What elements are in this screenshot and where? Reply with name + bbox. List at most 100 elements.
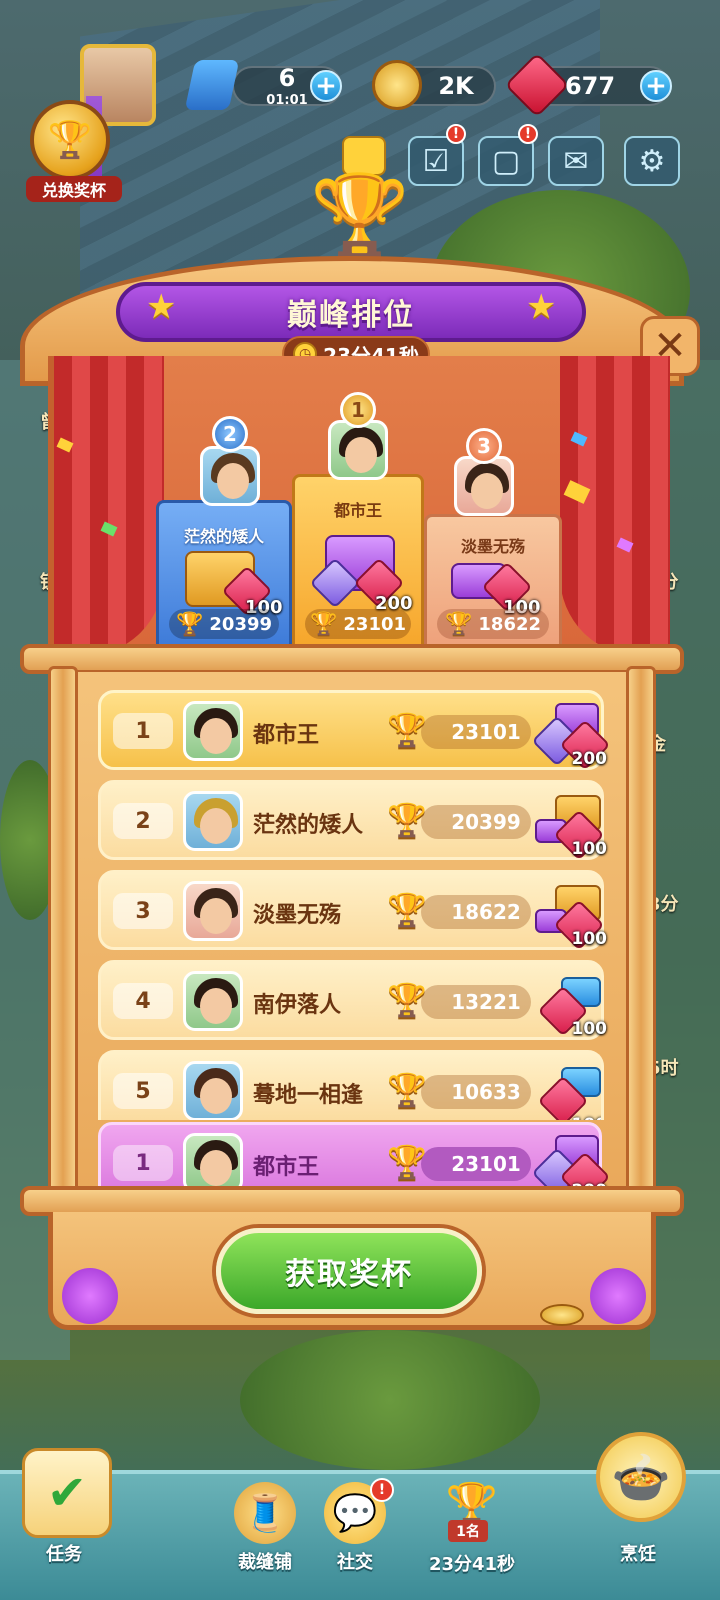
podium-score: 18622 [478, 613, 542, 635]
face [200, 718, 232, 754]
player-name: 茫然的矮人 [253, 813, 364, 838]
face [345, 437, 377, 473]
face [217, 463, 249, 499]
panel-title: 巅峰排位 [287, 298, 415, 333]
player-name: 蓦地一相逢 [253, 1083, 364, 1108]
player-score: 23101 [421, 715, 531, 749]
cooking-pot-icon[interactable]: 🍲 [596, 1432, 686, 1522]
energy-timer: 01:01 [266, 92, 308, 108]
energy-value: 6 [278, 63, 296, 92]
leaderboard-row[interactable]: 2 茫然的矮人 🏆 20399 100 [98, 780, 608, 861]
podium-score: 20399 [209, 613, 273, 635]
podium-name: 淡墨无殇 [460, 537, 525, 556]
podium-name: 茫然的矮人 [183, 527, 264, 546]
leaderboard-row[interactable]: 4 南伊落人 🏆 13221 100 [98, 960, 607, 1040]
podium-score-pill: 🏆 23101 [305, 609, 411, 639]
face [200, 808, 232, 844]
podium-score-pill: 🏆 20399 [169, 609, 279, 639]
title-banner: 巅峰排位 [116, 282, 586, 342]
podium-first: 都市王 200 🏆 23101 [292, 474, 424, 652]
podium-name: 都市王 [333, 501, 382, 520]
gems-value: 677 [564, 72, 616, 100]
player-score: 23101 [421, 1147, 531, 1181]
star-icon: ★ [146, 287, 177, 327]
podium-third: 淡墨无殇 100 🏆 18622 [424, 514, 562, 652]
sewing-spool-icon: 🧵 [234, 1482, 296, 1544]
shelf [20, 644, 684, 674]
tasks-checklist-icon[interactable]: ✔ [22, 1448, 112, 1538]
face [200, 1150, 232, 1186]
settings-gear-icon[interactable]: ⚙ [624, 136, 680, 186]
reward-count: 100 [571, 929, 608, 949]
nav-tasks-label: 任务 [46, 1544, 82, 1565]
avatar [200, 446, 260, 506]
face [200, 988, 232, 1024]
trophy-icon: 🏆 [309, 611, 338, 637]
avatar [183, 881, 243, 941]
avatar [328, 420, 388, 480]
rank-chip: 1名 [448, 1520, 488, 1542]
get-trophy-button[interactable]: 获取奖杯 [216, 1228, 482, 1314]
podium-score: 23101 [343, 613, 407, 635]
nav-social[interactable]: 💬 社交 [300, 1482, 410, 1592]
alert-badge: ! [446, 124, 466, 144]
coin-icon [372, 60, 422, 110]
avatar [183, 791, 243, 851]
bow-decoration-icon [62, 1268, 118, 1324]
avatar [183, 971, 243, 1031]
reward-count: 100 [571, 839, 608, 859]
alert-badge: ! [370, 1478, 394, 1502]
nav-ranking-timer: 23分41秒 [428, 1554, 516, 1575]
podium-score-pill: 🏆 18622 [437, 609, 549, 639]
bow-decoration-icon [590, 1268, 646, 1324]
avatar [454, 456, 514, 516]
avatar [183, 1133, 243, 1193]
pillar-left [48, 666, 78, 1206]
face [471, 473, 503, 509]
coin-decoration-icon [540, 1304, 584, 1326]
player-score: 10633 [421, 1075, 531, 1109]
rank-number: 5 [113, 1073, 173, 1109]
player-name: 淡墨无殇 [253, 903, 342, 928]
nav-cooking-label: 烹饪 [620, 1544, 656, 1565]
leaderboard-row[interactable]: 1 都市王 🏆 23101 200 [98, 690, 611, 771]
podium-second: 茫然的矮人 100 🏆 20399 [156, 500, 292, 652]
face [200, 1078, 232, 1114]
leaderboard-row[interactable]: 5 蓦地一相逢 🏆 10633 100 [98, 1050, 604, 1120]
coins-value: 2K [438, 72, 474, 100]
trophy-icon[interactable]: 🏆 [30, 100, 110, 180]
reward-count: 200 [571, 749, 608, 769]
trophy-icon: 🏆 [444, 611, 473, 637]
trophy-exchange-label: 兑换奖杯 [26, 176, 122, 202]
rank-number: 2 [113, 803, 173, 839]
player-name: 都市王 [253, 723, 320, 748]
nav-social-label: 社交 [337, 1552, 373, 1573]
leaderboard-row[interactable]: 3 淡墨无殇 🏆 18622 100 [98, 870, 607, 951]
reward-count: 100 [572, 1115, 602, 1120]
rank-number: 3 [113, 893, 173, 929]
player-name: 都市王 [253, 1155, 320, 1180]
nav-tailor-label: 裁缝铺 [238, 1552, 292, 1573]
rank-number: 4 [113, 983, 173, 1019]
avatar [183, 701, 243, 761]
alert-badge: ! [518, 124, 538, 144]
reward-bundle: 100 [531, 1059, 602, 1120]
player-score: 20399 [421, 805, 531, 839]
add-energy-button[interactable]: + [310, 70, 342, 102]
rank-number: 1 [113, 713, 173, 749]
rank-number: 1 [113, 1145, 173, 1181]
player-name: 南伊落人 [253, 993, 342, 1018]
reward-bundle: 100 [531, 789, 608, 861]
star-icon: ★ [526, 287, 557, 327]
mail-icon[interactable]: ✉ [548, 136, 604, 186]
face [200, 898, 232, 934]
add-gems-button[interactable]: + [640, 70, 672, 102]
trophy-decoration-icon: 🏆 [310, 169, 410, 262]
curtain-right [560, 356, 670, 656]
reward-bundle: 200 [531, 699, 611, 771]
player-score: 18622 [421, 895, 531, 929]
curtain-left [54, 356, 164, 656]
trophy-icon: 🏆 [175, 611, 204, 637]
pillar-right [626, 666, 656, 1206]
rank-medal-icon: 2 [212, 416, 248, 452]
